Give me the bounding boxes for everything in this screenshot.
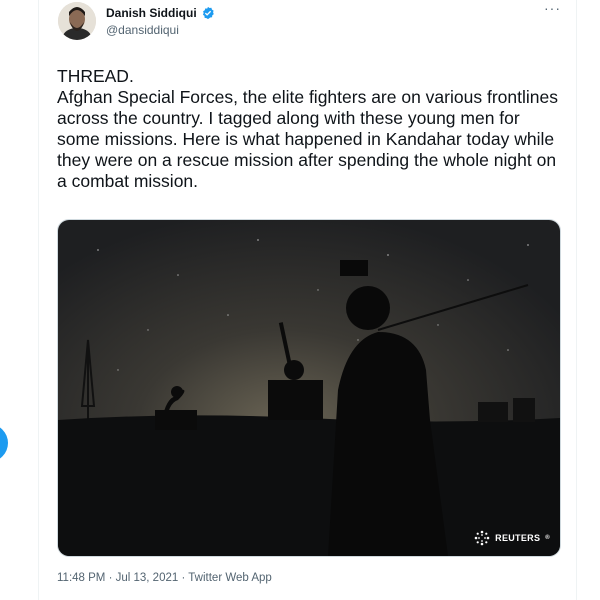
reuters-watermark: REUTERS ® [474,530,550,546]
author-handle[interactable]: @dansiddiqui [106,23,179,37]
tweet-date[interactable]: Jul 13, 2021 [116,572,179,584]
meta-separator: · [105,572,116,584]
tweet-time[interactable]: 11:48 PM [57,572,105,584]
author-name[interactable]: Danish Siddiqui [106,6,197,20]
tweet-media-photo[interactable]: REUTERS ® [57,219,561,557]
more-options-icon[interactable]: ··· [544,0,561,16]
night-soldiers-photo [58,220,560,556]
tweet-metadata: 11:48 PM · Jul 13, 2021 · Twitter Web Ap… [57,572,272,584]
tweet-source[interactable]: Twitter Web App [188,572,272,584]
reuters-logo-icon [474,530,490,546]
reuters-label: REUTERS [495,533,541,543]
reuters-registered-mark: ® [545,535,550,541]
avatar-image [58,2,96,40]
side-action-button[interactable] [0,424,8,462]
tweet-text: THREAD. Afghan Special Forces, the elite… [57,66,558,191]
verified-badge-icon [202,6,214,20]
meta-separator: · [178,572,189,584]
author-avatar[interactable] [58,2,96,40]
